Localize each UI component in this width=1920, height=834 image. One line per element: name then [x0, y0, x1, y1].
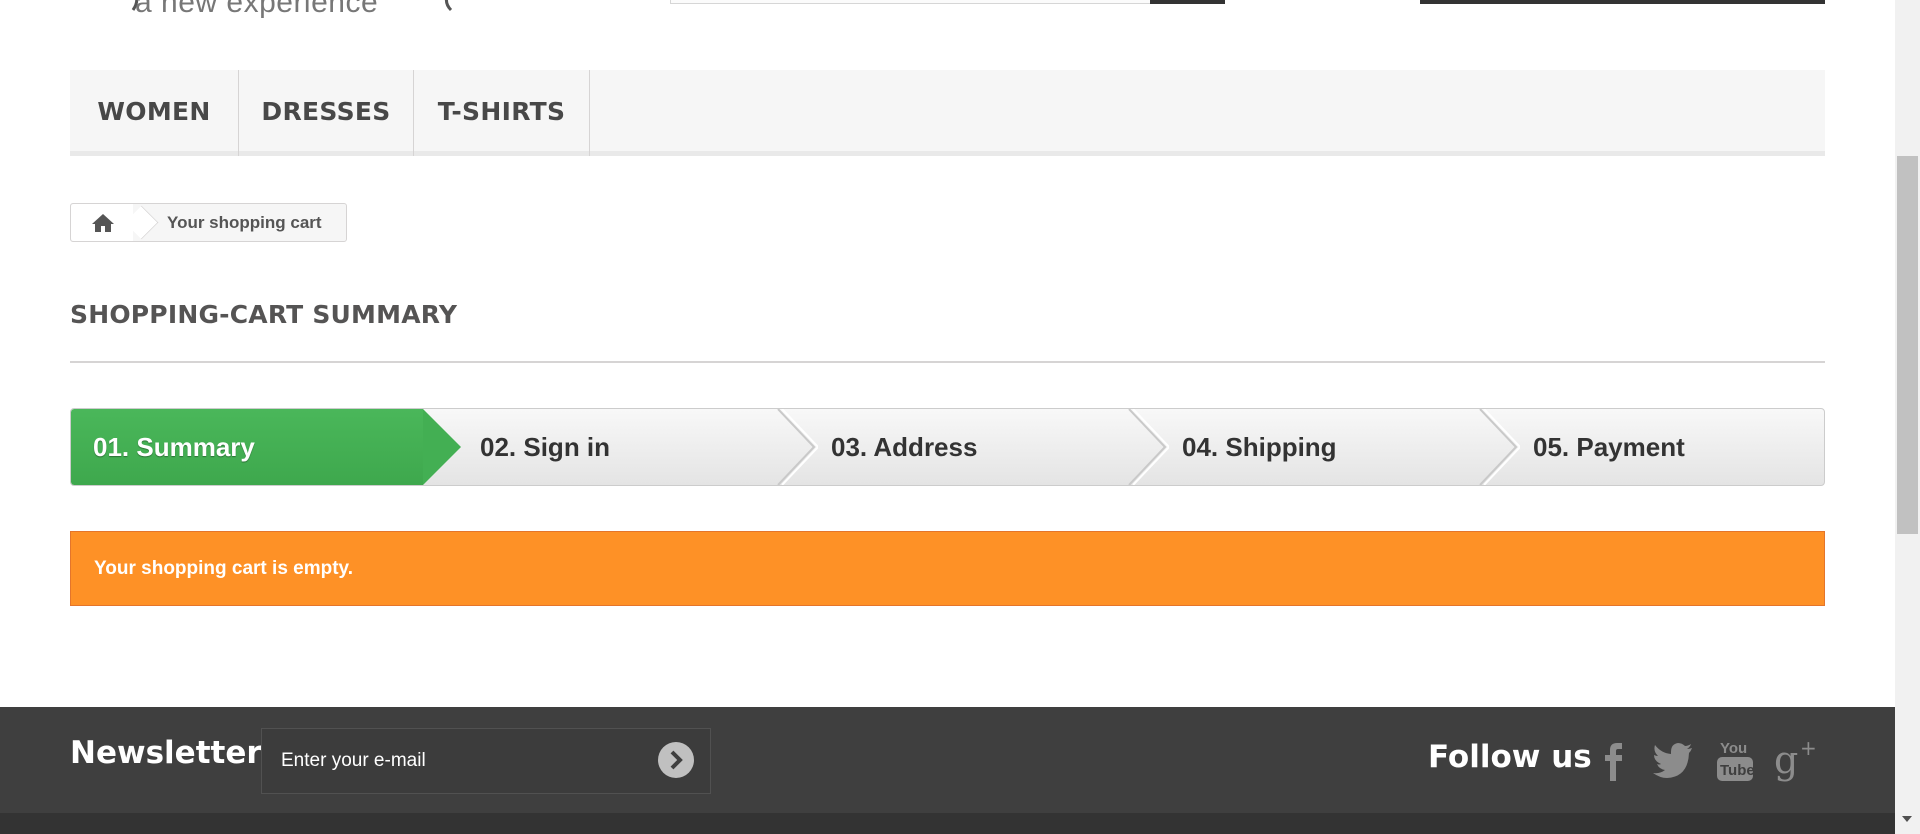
twitter-icon[interactable] [1652, 743, 1694, 779]
menu-item-women[interactable]: WOMEN [70, 70, 239, 156]
google-plus-icon[interactable]: g + [1774, 737, 1818, 785]
search-input[interactable] [670, 0, 1152, 4]
menu-item-t-shirts[interactable]: T-SHIRTS [414, 70, 590, 156]
footer: Newsletter Enter your e-mail Follow us Y… [0, 707, 1895, 834]
newsletter-email-input[interactable]: Enter your e-mail [261, 728, 711, 794]
svg-text:You: You [1720, 740, 1747, 757]
alert-message: Your shopping cart is empty. [94, 558, 353, 579]
svg-text:g: g [1774, 738, 1798, 782]
step-separator [1479, 409, 1520, 485]
step-shipping: 04. Shipping [1182, 432, 1337, 462]
step-separator [777, 409, 818, 485]
empty-cart-alert: Your shopping cart is empty. [70, 531, 1825, 606]
breadcrumb: Your shopping cart [70, 203, 347, 242]
main-menu: WOMEN DRESSES T-SHIRTS [70, 70, 1825, 156]
search-button[interactable] [1150, 0, 1225, 4]
svg-text:+: + [1800, 737, 1817, 760]
step-address: 03. Address [831, 432, 978, 462]
scrollbar-thumb[interactable] [1897, 156, 1918, 534]
home-icon [92, 214, 114, 232]
page-scrollbar[interactable] [1895, 0, 1920, 834]
step-payment: 05. Payment [1533, 432, 1685, 462]
menu-item-dresses[interactable]: DRESSES [239, 70, 414, 156]
newsletter-submit-icon[interactable] [657, 741, 695, 779]
follow-us-title: Follow us [1428, 739, 1592, 775]
breadcrumb-home-link[interactable] [71, 204, 133, 241]
step-separator [1128, 409, 1169, 485]
facebook-icon[interactable] [1600, 739, 1626, 783]
svg-text:Tube: Tube [1720, 762, 1754, 779]
step-active-arrow [423, 409, 461, 485]
step-summary: 01. Summary [93, 432, 255, 462]
logo-tagline: a new experience [135, 0, 379, 19]
newsletter-title: Newsletter [70, 735, 262, 771]
checkout-steps: 01. Summary 02. Sign in 03. Address 04. … [70, 408, 1825, 486]
page-title: SHOPPING-CART SUMMARY [70, 300, 1825, 363]
breadcrumb-current: Your shopping cart [167, 213, 322, 232]
footer-bottom-bar [0, 813, 1895, 834]
youtube-icon[interactable]: You Tube [1716, 737, 1754, 783]
logo-swoosh-icon [444, 0, 453, 12]
scroll-down-arrow-icon[interactable] [1902, 816, 1912, 822]
cart-button[interactable] [1420, 0, 1825, 4]
step-sign-in: 02. Sign in [480, 432, 611, 462]
